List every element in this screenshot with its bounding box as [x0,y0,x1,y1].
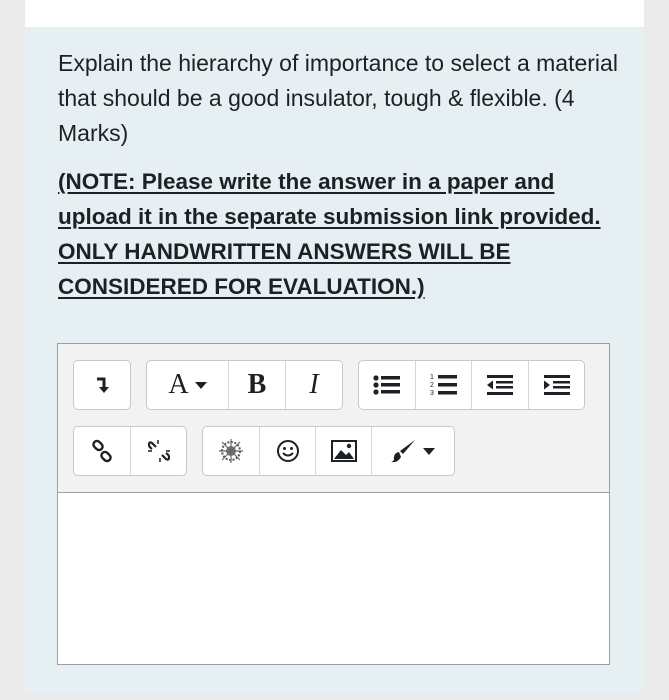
toolbar-group-collapse [73,360,131,410]
italic-icon: I [309,369,319,400]
ordered-list-button[interactable]: 1 2 3 [416,361,472,409]
question-note: (NOTE: Please write the answer in a pape… [58,169,601,299]
font-color-icon: A [168,369,189,400]
unordered-list-icon [373,375,400,395]
indent-icon [543,375,570,395]
chevron-down-icon [194,381,207,389]
emoji-button[interactable] [260,427,316,475]
indent-button[interactable] [529,361,584,409]
svg-text:3: 3 [430,390,434,397]
toolbar-group-style: A B I [146,360,343,410]
outdent-button[interactable] [472,361,529,409]
link-icon [92,439,112,463]
brush-icon [391,440,415,463]
question-card: Explain the hierarchy of importance to s… [25,27,644,693]
editor-content-area[interactable] [58,493,609,664]
font-style-button[interactable]: A [147,361,229,409]
media-button[interactable] [203,427,260,475]
question-text: Explain the hierarchy of importance to s… [58,50,618,146]
ordered-list-icon: 1 2 3 [430,374,457,397]
italic-button[interactable]: I [286,361,342,409]
toolbar-group-lists: 1 2 3 [358,360,585,410]
image-button[interactable] [316,427,372,475]
toolbar-group-insert [202,426,455,476]
link-button[interactable] [74,427,131,475]
unlink-icon [147,440,170,462]
collapse-icon [97,377,109,393]
svg-text:1: 1 [430,374,434,381]
unlink-button[interactable] [131,427,186,475]
brush-button[interactable] [372,427,454,475]
collapse-button[interactable] [74,361,130,409]
chevron-down-icon [423,447,435,455]
outdent-icon [487,375,513,395]
previous-card-bottom [25,0,644,27]
editor-toolbar: A B I 1 2 3 [58,344,609,493]
bold-button[interactable]: B [229,361,286,409]
rich-text-editor: A B I 1 2 3 [57,343,610,665]
unordered-list-button[interactable] [359,361,416,409]
svg-text:2: 2 [430,382,434,389]
media-icon [219,439,243,463]
bold-icon: B [247,369,267,400]
toolbar-group-links [73,426,187,476]
emoji-icon [276,440,299,462]
image-icon [330,440,357,462]
